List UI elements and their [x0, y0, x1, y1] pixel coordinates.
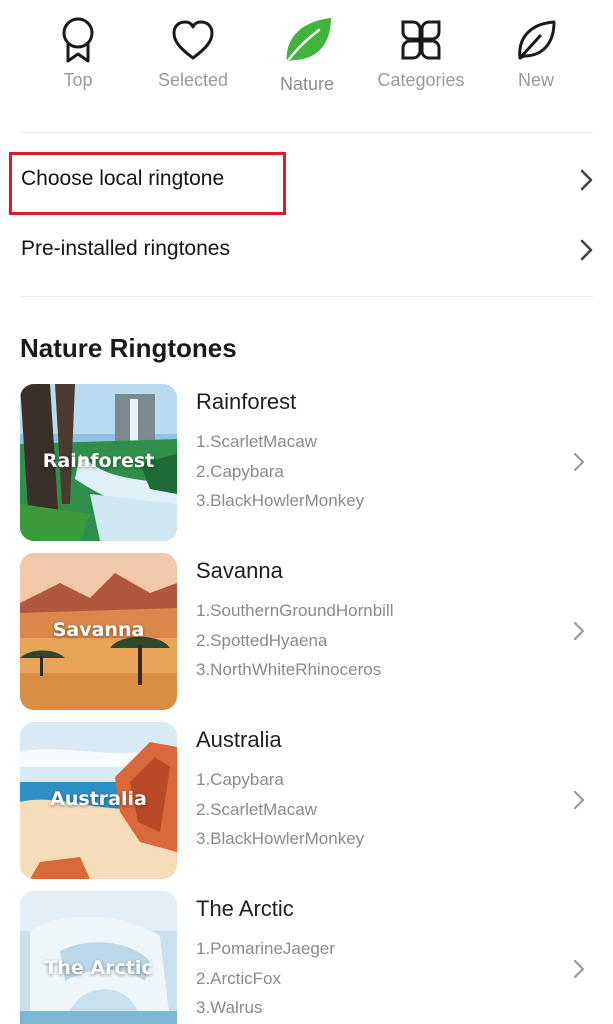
- category-nav: Top Selected Nature Categories New: [0, 0, 613, 110]
- card-title: Savanna: [196, 558, 283, 583]
- card-australia[interactable]: Australia Australia 1.Capybara 2.Scarlet…: [0, 722, 613, 880]
- chevron-right-icon: [573, 621, 585, 641]
- australia-thumb-label: Australia: [50, 788, 147, 810]
- card-title: Rainforest: [196, 389, 297, 414]
- divider-top: [20, 132, 593, 133]
- card-list-item: 3.NorthWhiteRhinoceros: [196, 660, 382, 679]
- nav-label-new: New: [517, 70, 554, 90]
- card-title: Australia: [196, 727, 282, 752]
- card-list-item: 2.ArcticFox: [196, 969, 282, 988]
- pre-installed-ringtones-row[interactable]: Pre-installed ringtones: [0, 222, 613, 278]
- nav-label-categories: Categories: [377, 70, 465, 90]
- card-list-item: 1.SouthernGroundHornbill: [196, 601, 394, 620]
- card-title: The Arctic: [196, 896, 294, 921]
- card-list-item: 2.ScarletMacaw: [196, 800, 317, 819]
- card-list-item: 1.PomarineJaeger: [196, 939, 335, 958]
- rainforest-thumbnail: Rainforest: [20, 384, 177, 541]
- nav-label-nature: Nature: [279, 74, 335, 94]
- chevron-right-icon: [580, 239, 593, 261]
- card-list-item: 2.SpottedHyaena: [196, 631, 328, 650]
- ringtone-page: Top Selected Nature Categories New Choos…: [0, 0, 613, 1024]
- card-list-item: 1.Capybara: [196, 770, 284, 789]
- card-the-arctic[interactable]: The Arctic The Arctic 1.PomarineJaeger 2…: [0, 891, 613, 1024]
- highlight-box: [9, 152, 286, 215]
- australia-thumbnail: Australia: [20, 722, 177, 879]
- section-title: Nature Ringtones: [20, 333, 237, 363]
- card-list-item: 1.ScarletMacaw: [196, 432, 317, 451]
- nav-item-new[interactable]: New: [481, 14, 591, 104]
- nav-item-top[interactable]: Top: [23, 14, 133, 104]
- chevron-right-icon: [573, 959, 585, 979]
- rainforest-thumb-label: Rainforest: [42, 450, 155, 472]
- ribbon-badge-icon: [62, 17, 94, 63]
- card-list-item: 3.BlackHowlerMonkey: [196, 829, 365, 848]
- heart-icon: [172, 20, 214, 60]
- chevron-right-icon: [573, 790, 585, 810]
- savanna-thumbnail: Savanna: [20, 553, 177, 710]
- leaf-icon: [285, 18, 331, 64]
- savanna-thumb-label: Savanna: [52, 619, 145, 641]
- arctic-thumbnail: The Arctic: [20, 891, 177, 1024]
- card-list-item: 3.BlackHowlerMonkey: [196, 491, 365, 510]
- card-list-item: 2.Capybara: [196, 462, 284, 481]
- nav-label-top: Top: [63, 70, 93, 90]
- card-list-item: 3.Walrus: [196, 998, 263, 1017]
- four-petal-grid-icon: [401, 20, 441, 60]
- divider-middle: [20, 296, 593, 297]
- chevron-right-icon: [573, 452, 585, 472]
- nav-label-selected: Selected: [157, 70, 229, 90]
- nav-item-selected[interactable]: Selected: [138, 14, 248, 104]
- nav-item-nature[interactable]: Nature: [252, 14, 362, 104]
- card-rainforest[interactable]: Rainforest Rainforest 1.ScarletMacaw 2.C…: [0, 384, 613, 542]
- arctic-thumb-label: The Arctic: [44, 957, 153, 979]
- nav-item-categories[interactable]: Categories: [366, 14, 476, 104]
- leaf-outline-icon: [518, 20, 556, 60]
- card-savanna[interactable]: Savanna Savanna 1.SouthernGroundHornbill…: [0, 553, 613, 711]
- chevron-right-icon: [580, 169, 593, 191]
- pre-installed-ringtones-label: Pre-installed ringtones: [21, 237, 230, 260]
